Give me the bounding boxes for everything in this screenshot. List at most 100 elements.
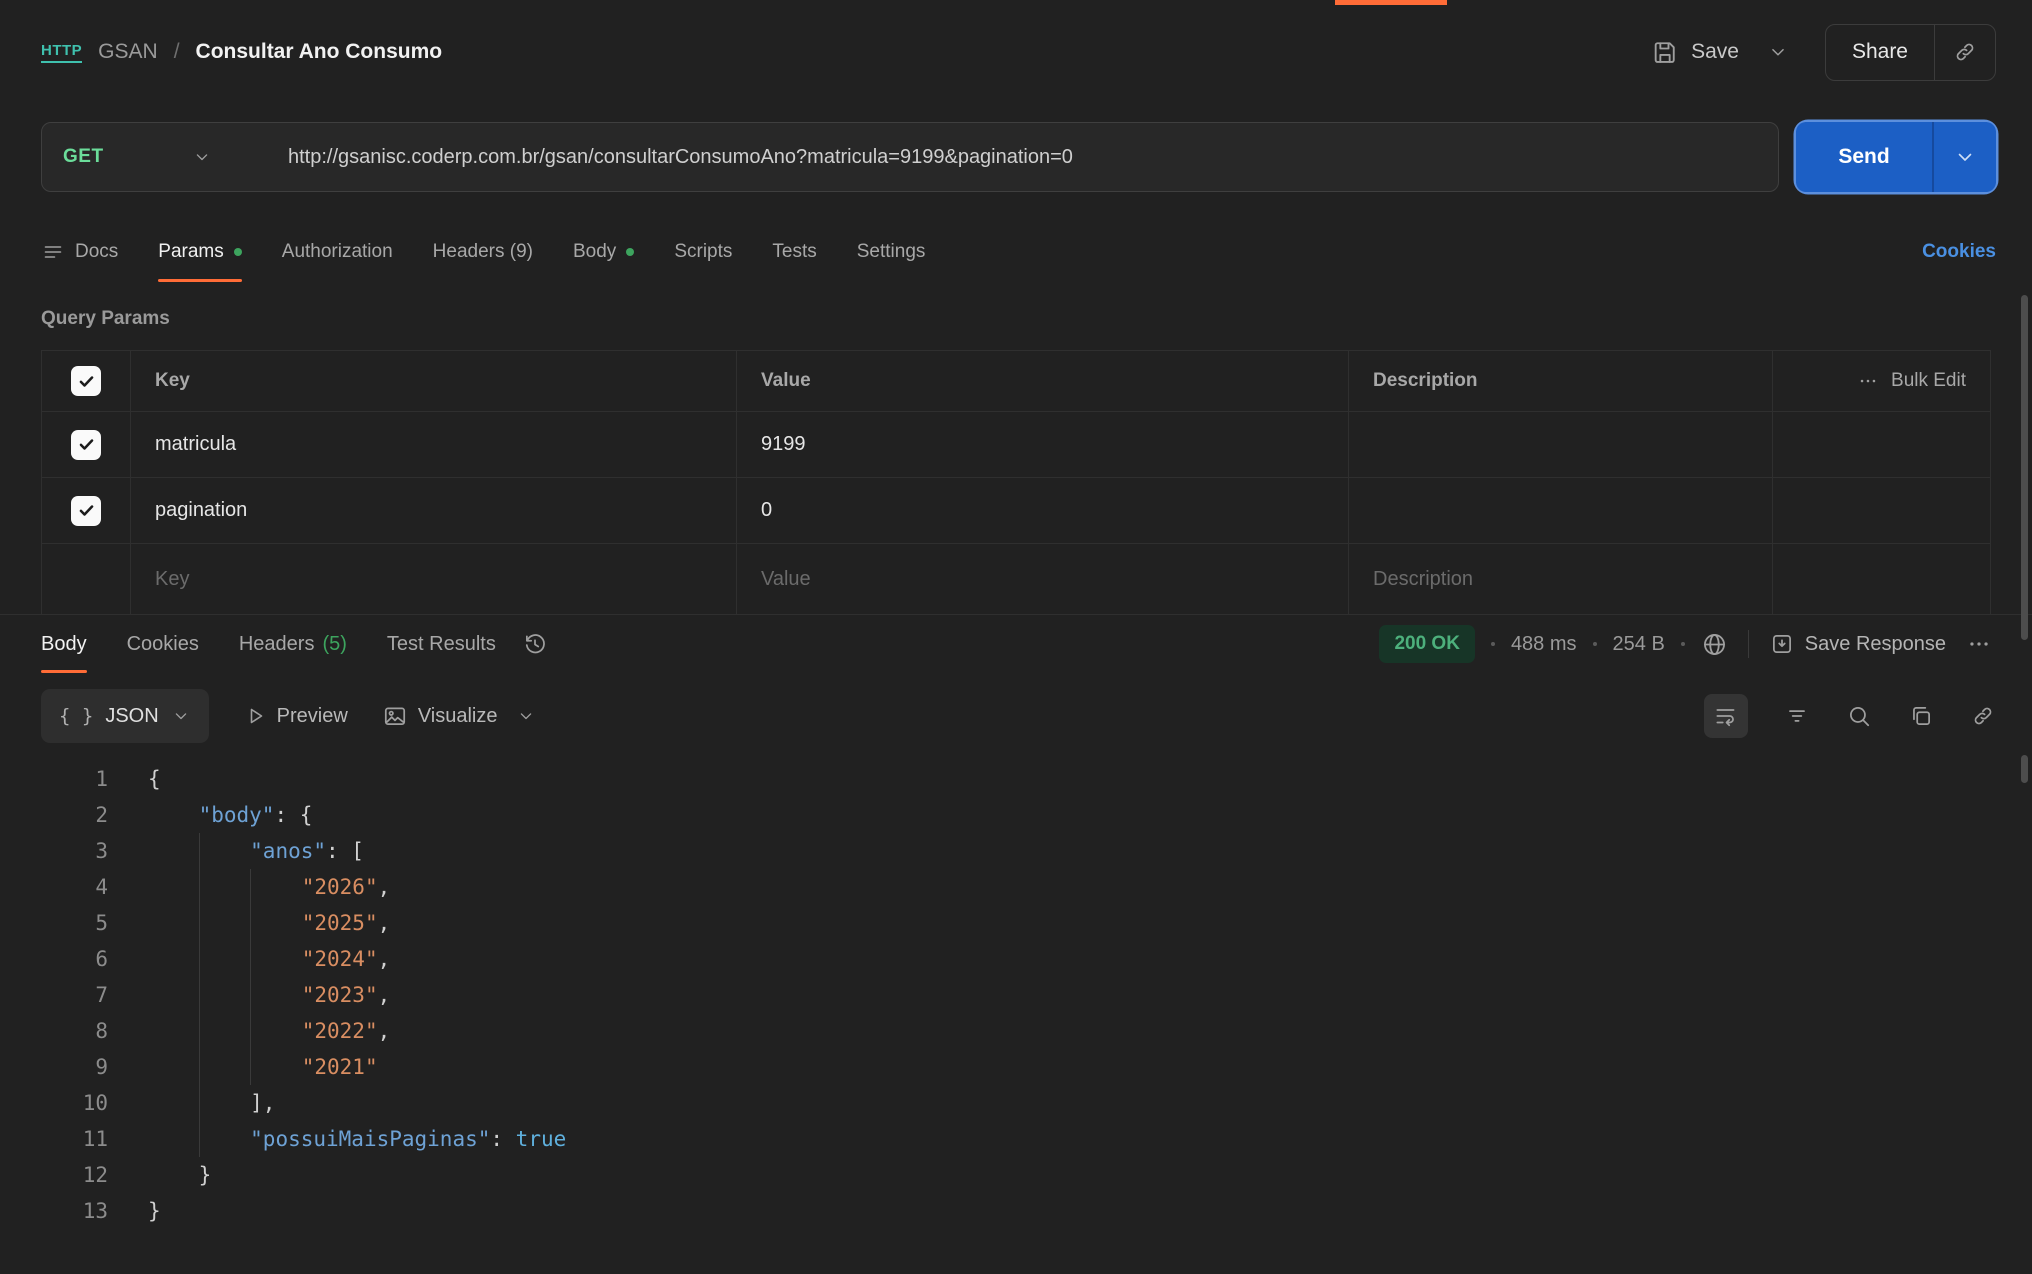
response-format-select[interactable]: { } JSON	[41, 689, 209, 743]
code-line: 3 "anos": [	[0, 833, 2032, 869]
tab-body[interactable]: Body	[573, 222, 634, 282]
response-tab-cookies[interactable]: Cookies	[127, 615, 199, 673]
param-key-input[interactable]: Key	[130, 544, 736, 614]
url-input[interactable]: http://gsanisc.coderp.com.br/gsan/consul…	[288, 146, 1073, 169]
network-info-button[interactable]	[1701, 631, 1728, 658]
meatballs-icon	[1857, 370, 1879, 392]
code-line: 13}	[0, 1193, 2032, 1229]
response-tab-test-results[interactable]: Test Results	[387, 615, 496, 673]
save-button[interactable]: Save	[1645, 28, 1745, 76]
param-value-input[interactable]: Value	[736, 544, 1348, 614]
param-enabled-checkbox[interactable]	[71, 496, 101, 526]
code-line: 5 "2025",	[0, 905, 2032, 941]
check-icon	[77, 372, 96, 391]
select-all-checkbox[interactable]	[71, 366, 101, 396]
method-selector[interactable]: GET	[42, 146, 288, 168]
response-tab-body[interactable]: Body	[41, 615, 87, 673]
response-time[interactable]: 488 ms	[1511, 633, 1577, 656]
preview-button[interactable]: Preview	[243, 704, 348, 728]
tab-tests-label: Tests	[772, 241, 816, 263]
tab-docs[interactable]: Docs	[41, 222, 118, 282]
save-options-button[interactable]	[1759, 33, 1797, 71]
save-response-button[interactable]: Save Response	[1769, 631, 1946, 657]
share-button[interactable]: Share	[1826, 40, 1934, 64]
visualize-options-button[interactable]	[516, 706, 536, 726]
code-line: 4 "2026",	[0, 869, 2032, 905]
status-badge[interactable]: 200 OK	[1379, 625, 1474, 663]
http-protocol-badge: HTTP	[41, 42, 82, 63]
send-button[interactable]: Send	[1796, 122, 1932, 192]
meta-separator-dot	[1593, 642, 1597, 646]
link-icon	[1970, 703, 1996, 729]
breadcrumb-separator: /	[174, 40, 180, 64]
tab-params[interactable]: Params	[158, 222, 241, 282]
tab-authorization[interactable]: Authorization	[282, 222, 393, 282]
bulk-edit-label: Bulk Edit	[1891, 370, 1966, 392]
breadcrumb: HTTP GSAN / Consultar Ano Consumo	[41, 40, 442, 64]
bulk-edit-button[interactable]: Bulk Edit	[1772, 351, 1990, 411]
play-icon	[243, 704, 267, 728]
wrap-text-button[interactable]	[1704, 694, 1748, 738]
filter-icon	[1784, 703, 1810, 729]
body-modified-dot	[626, 248, 634, 256]
tab-scripts-label: Scripts	[674, 241, 732, 263]
param-enabled-checkbox[interactable]	[71, 430, 101, 460]
tab-settings[interactable]: Settings	[857, 222, 926, 282]
filter-button[interactable]	[1784, 703, 1810, 729]
param-description-cell[interactable]	[1348, 478, 1772, 543]
param-row-pagination: pagination 0	[42, 477, 1990, 543]
response-tab-headers[interactable]: Headers (5)	[239, 615, 347, 673]
code-scrollbar[interactable]	[2021, 755, 2028, 783]
save-response-label: Save Response	[1805, 633, 1946, 656]
meta-separator-dot	[1681, 642, 1685, 646]
param-key-cell[interactable]: pagination	[130, 478, 736, 543]
response-headers-count: (5)	[322, 633, 346, 656]
query-params-table: Key Value Description Bulk Edit matricul…	[41, 350, 1991, 614]
query-params-title: Query Params	[41, 308, 1991, 330]
param-key-cell[interactable]: matricula	[130, 412, 736, 477]
meta-divider	[1748, 630, 1749, 658]
response-history-button[interactable]	[522, 631, 548, 657]
code-line: 11 "possuiMaisPaginas": true	[0, 1121, 2032, 1157]
response-pane: Body Cookies Headers (5) Test Results 20…	[0, 614, 2032, 1229]
save-response-icon	[1769, 631, 1795, 657]
param-extra-cell	[1772, 478, 1990, 543]
breadcrumb-collection[interactable]: GSAN	[98, 40, 158, 64]
copy-icon	[1908, 703, 1934, 729]
copy-link-button[interactable]	[1935, 39, 1995, 65]
visualize-label: Visualize	[418, 705, 498, 728]
search-button[interactable]	[1846, 703, 1872, 729]
wrap-text-icon	[1713, 703, 1739, 729]
param-row-matricula: matricula 9199	[42, 411, 1990, 477]
param-value-cell[interactable]: 9199	[736, 412, 1348, 477]
param-value-cell[interactable]: 0	[736, 478, 1348, 543]
check-icon	[77, 501, 96, 520]
meta-separator-dot	[1491, 642, 1495, 646]
visualize-button[interactable]: Visualize	[382, 703, 498, 729]
code-lines[interactable]: 1{2 "body": {3 "anos": [4 "2026",5 "2025…	[0, 761, 2032, 1229]
tab-params-label: Params	[158, 241, 223, 263]
param-description-cell[interactable]	[1348, 412, 1772, 477]
chevron-down-icon	[516, 706, 536, 726]
braces-icon: { }	[59, 705, 93, 727]
response-size[interactable]: 254 B	[1613, 633, 1665, 656]
tab-docs-label: Docs	[75, 241, 118, 263]
request-header: HTTP GSAN / Consultar Ano Consumo Save S…	[0, 0, 2032, 104]
cookies-link[interactable]: Cookies	[1922, 241, 1996, 263]
method-label: GET	[63, 146, 104, 168]
code-line: 12 }	[0, 1157, 2032, 1193]
tab-scripts[interactable]: Scripts	[674, 222, 732, 282]
code-view-tools	[1704, 694, 1996, 738]
chevron-down-icon	[1767, 41, 1789, 63]
link-button[interactable]	[1970, 703, 1996, 729]
response-tab-body-label: Body	[41, 633, 87, 656]
page-scrollbar[interactable]	[2021, 295, 2028, 640]
tab-headers[interactable]: Headers (9)	[433, 222, 533, 282]
response-more-button[interactable]	[1962, 627, 1996, 661]
params-modified-dot	[234, 248, 242, 256]
copy-button[interactable]	[1908, 703, 1934, 729]
param-description-input[interactable]: Description	[1348, 544, 1772, 614]
tab-tests[interactable]: Tests	[772, 222, 816, 282]
page-title: Consultar Ano Consumo	[196, 40, 443, 64]
send-options-button[interactable]	[1932, 122, 1996, 192]
